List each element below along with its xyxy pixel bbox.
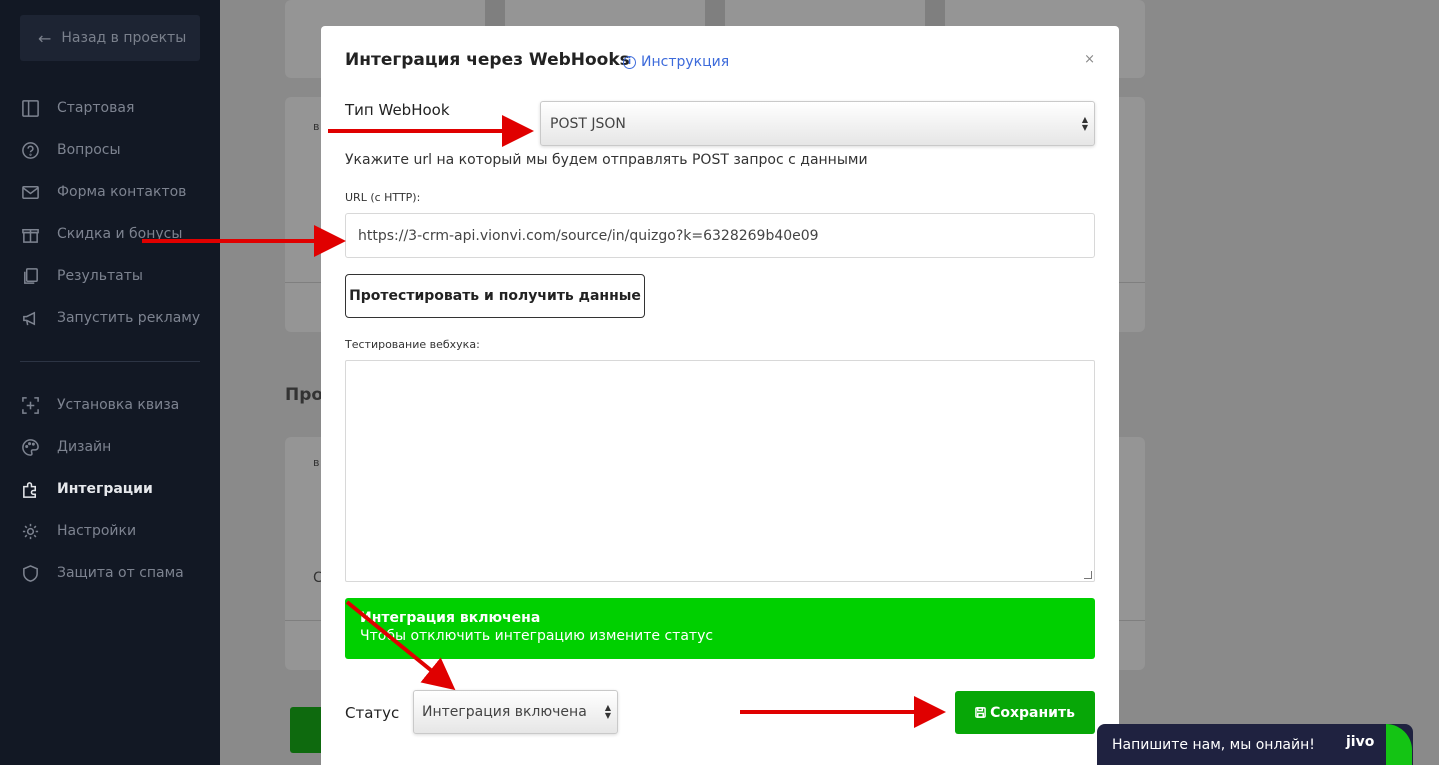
sidebar-item-label: Форма контактов: [57, 184, 187, 200]
alert-title: Интеграция включена: [360, 610, 541, 626]
sidebar-item-label: Интеграции: [57, 481, 153, 497]
status-value: Интеграция включена: [422, 704, 587, 720]
save-button[interactable]: Сохранить: [955, 691, 1095, 734]
sidebar: ← Назад в проекты Стартовая Вопросы Форм…: [0, 0, 220, 765]
close-icon[interactable]: ×: [1084, 52, 1095, 67]
background-label: в: [313, 120, 320, 133]
sidebar-item-settings[interactable]: Настройки: [20, 516, 136, 546]
webhook-type-select[interactable]: POST JSON ▲ ▼: [540, 101, 1095, 146]
arrow-left-icon: ←: [38, 28, 52, 48]
chat-widget[interactable]: Напишите нам, мы онлайн! jivo: [1097, 724, 1413, 765]
url-label: URL (с HTTP):: [345, 191, 421, 204]
sidebar-item-spam-protection[interactable]: Защита от спама: [20, 558, 184, 588]
sidebar-item-label: Настройки: [57, 523, 137, 539]
mail-icon: [20, 182, 40, 202]
status-label: Статус: [345, 704, 400, 722]
sidebar-item-label: Защита от спама: [57, 565, 184, 581]
question-icon: [20, 140, 40, 160]
megaphone-icon: [20, 308, 40, 328]
select-arrows-icon: ▲ ▼: [604, 703, 611, 720]
results-icon: [20, 266, 40, 286]
info-icon: i: [623, 55, 636, 69]
webhook-type-label: Тип WebHook: [345, 101, 450, 119]
instruction-link-label: Инструкция: [641, 54, 730, 70]
sidebar-item-launch-ads[interactable]: Запустить рекламу: [20, 303, 200, 333]
palette-icon: [20, 437, 40, 457]
url-input-value: https://3-crm-api.vionvi.com/source/in/q…: [358, 227, 819, 244]
sidebar-divider: [20, 361, 200, 362]
alert-text: Чтобы отключить интеграцию измените стат…: [360, 628, 714, 644]
puzzle-icon: [20, 479, 40, 499]
sidebar-item-label: Дизайн: [57, 439, 112, 455]
back-to-projects-label: Назад в проекты: [61, 30, 187, 46]
sidebar-item-label: Стартовая: [57, 100, 135, 116]
sidebar-item-integrations[interactable]: Интеграции: [20, 474, 153, 504]
background-section-title: Про: [285, 385, 324, 405]
sidebar-item-label: Вопросы: [57, 142, 121, 158]
save-button-label: Сохранить: [990, 704, 1075, 721]
sidebar-item-questions[interactable]: Вопросы: [20, 135, 121, 165]
shield-icon: [20, 563, 40, 583]
status-select[interactable]: Интеграция включена ▲ ▼: [413, 690, 618, 734]
webhook-type-value: POST JSON: [550, 115, 626, 132]
sidebar-item-contact-form[interactable]: Форма контактов: [20, 177, 186, 207]
webhook-integration-modal: Интеграция через WebHooks i Инструкция ×…: [321, 26, 1119, 765]
sidebar-item-design[interactable]: Дизайн: [20, 432, 111, 462]
layout-icon: [20, 98, 40, 118]
install-icon: [20, 395, 40, 415]
resize-handle-icon[interactable]: [1084, 571, 1092, 579]
testing-output-textarea[interactable]: [345, 360, 1095, 582]
modal-title: Интеграция через WebHooks: [345, 50, 630, 70]
sidebar-item-label: Установка квиза: [57, 397, 180, 413]
background-label: в: [313, 456, 320, 469]
sidebar-item-label: Скидка и бонусы: [57, 226, 183, 242]
select-arrows-icon: ▲ ▼: [1081, 114, 1088, 132]
url-hint-text: Укажите url на который мы будем отправля…: [345, 152, 868, 168]
chat-message: Напишите нам, мы онлайн!: [1112, 736, 1315, 753]
floppy-disk-icon: [975, 707, 986, 718]
integration-enabled-alert: Интеграция включена Чтобы отключить инте…: [345, 598, 1095, 659]
test-webhook-button[interactable]: Протестировать и получить данные: [345, 274, 645, 318]
sidebar-item-start[interactable]: Стартовая: [20, 93, 134, 123]
jivo-logo: jivo: [1346, 734, 1375, 750]
sidebar-item-results[interactable]: Результаты: [20, 261, 143, 291]
back-to-projects-button[interactable]: ← Назад в проекты: [20, 15, 200, 61]
gear-icon: [20, 521, 40, 541]
sidebar-item-discounts[interactable]: Скидка и бонусы: [20, 219, 182, 249]
sidebar-item-install[interactable]: Установка квиза: [20, 390, 179, 420]
url-input[interactable]: https://3-crm-api.vionvi.com/source/in/q…: [345, 213, 1095, 258]
sidebar-item-label: Запустить рекламу: [57, 310, 201, 326]
gift-icon: [20, 224, 40, 244]
instruction-link[interactable]: i Инструкция: [623, 54, 729, 70]
sidebar-item-label: Результаты: [57, 268, 143, 284]
testing-label: Тестирование вебхука:: [345, 338, 480, 351]
